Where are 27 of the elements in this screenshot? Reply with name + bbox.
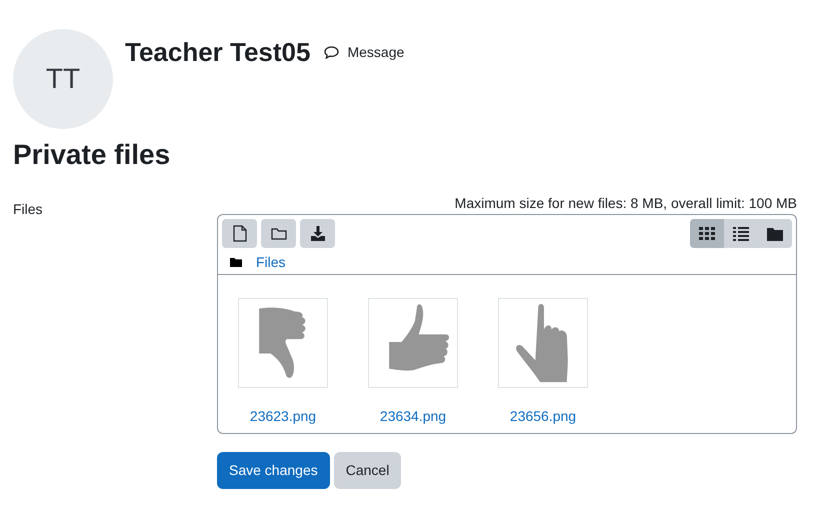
list-icon [733,226,749,240]
create-folder-button[interactable] [261,219,296,248]
folder-icon [767,226,783,240]
field-label: Files [13,200,44,219]
message-link[interactable]: Message [324,42,404,63]
folder-icon [230,257,242,267]
file-name-link[interactable]: 23656.png [510,406,576,427]
avatar: TT [13,29,113,129]
folder-icon [270,227,286,240]
user-name: Teacher Test05 [125,36,310,69]
download-button[interactable] [300,219,335,248]
file-name-link[interactable]: 23634.png [380,406,446,427]
speech-bubble-icon [324,46,340,59]
view-mode-button[interactable] [690,219,724,248]
file-thumbnail[interactable] [498,298,588,388]
document-icon [232,225,246,242]
file-name-link[interactable]: 23623.png [250,406,316,427]
grid-icon [699,226,715,240]
page-title: Private files [13,138,172,172]
file-thumbnail[interactable] [238,298,328,388]
file-thumbnail[interactable] [368,298,458,388]
size-limit-text: Maximum size for new files: 8 MB, overall limit: 100 MB [454,194,797,213]
save-button[interactable]: Save changes [217,452,330,489]
add-file-button[interactable] [222,219,257,248]
breadcrumb-link[interactable]: Files [256,252,286,272]
download-icon [310,226,326,241]
cancel-button[interactable]: Cancel [334,452,402,489]
